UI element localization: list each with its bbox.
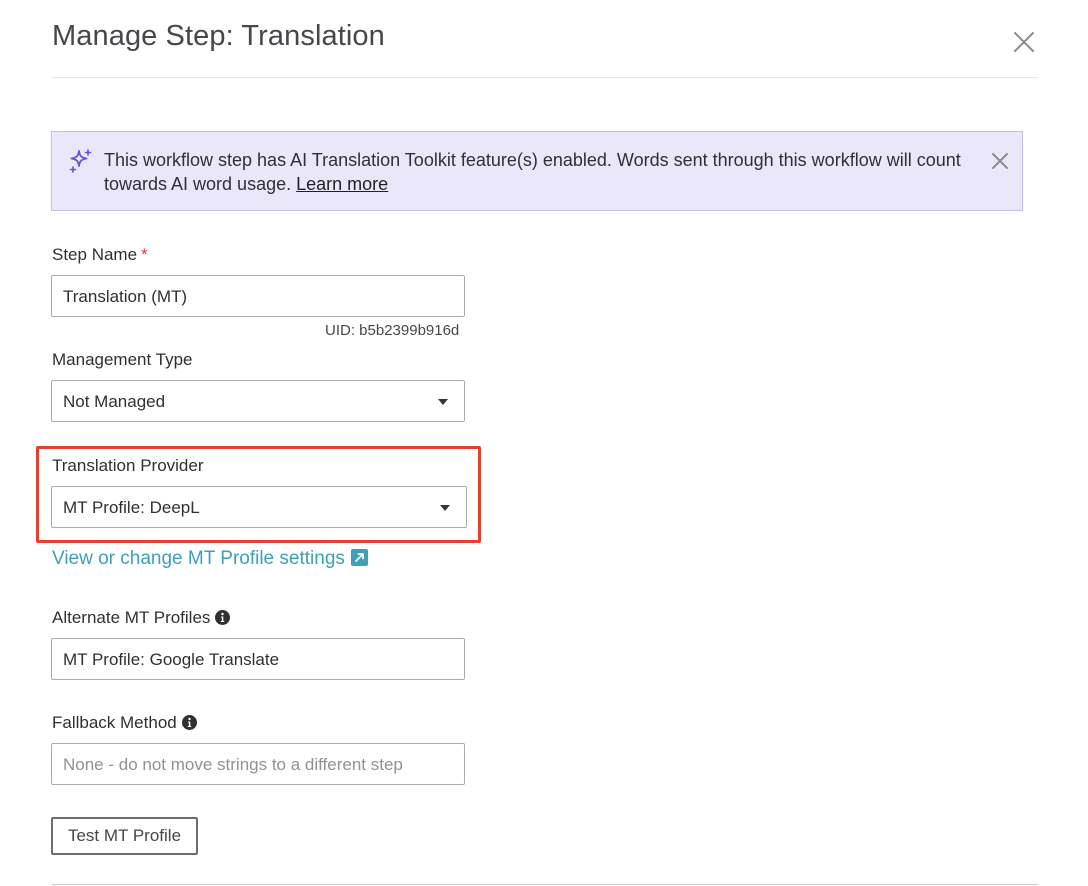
chevron-down-icon [440, 505, 450, 511]
fallback-method-label: Fallback Method [52, 713, 197, 733]
close-icon[interactable] [1012, 30, 1036, 54]
chevron-down-icon [438, 399, 448, 405]
fallback-method-label-text: Fallback Method [52, 713, 177, 732]
translation-provider-label: Translation Provider [52, 456, 204, 475]
manage-step-dialog: Manage Step: Translation This workflow s… [0, 0, 1088, 886]
step-name-label-text: Step Name [52, 245, 138, 264]
info-icon[interactable] [215, 610, 231, 625]
banner-text: This workflow step has AI Translation To… [104, 150, 961, 194]
dialog-title: Manage Step: Translation [52, 20, 385, 52]
step-name-value: Translation (MT) [63, 287, 188, 306]
translation-provider-select[interactable]: MT Profile: DeepL [51, 486, 467, 528]
footer-divider [52, 884, 1038, 885]
info-icon[interactable] [181, 715, 197, 730]
step-name-input[interactable]: Translation (MT) [51, 275, 465, 317]
translation-provider-value: MT Profile: DeepL [63, 498, 200, 517]
test-mt-profile-button[interactable]: Test MT Profile [51, 817, 198, 855]
sparkles-icon [69, 149, 92, 173]
banner-close-icon[interactable] [990, 151, 1010, 171]
header-divider [52, 77, 1038, 78]
mt-profile-settings-link[interactable]: View or change MT Profile settings [52, 548, 368, 570]
banner-message: This workflow step has AI Translation To… [104, 148, 974, 196]
step-name-label: Step Name * [52, 245, 148, 265]
learn-more-link[interactable]: Learn more [296, 174, 388, 194]
mt-profile-settings-link-text: View or change MT Profile settings [52, 548, 345, 569]
management-type-label: Management Type [52, 350, 193, 369]
required-marker: * [141, 245, 148, 264]
ai-toolkit-banner: This workflow step has AI Translation To… [51, 131, 1023, 211]
alternate-mt-profiles-label-text: Alternate MT Profiles [52, 608, 211, 627]
alternate-mt-profiles-value: MT Profile: Google Translate [63, 650, 280, 669]
fallback-method-input[interactable]: None - do not move strings to a differen… [51, 743, 465, 785]
alternate-mt-profiles-label: Alternate MT Profiles [52, 608, 231, 628]
fallback-method-placeholder: None - do not move strings to a differen… [63, 755, 403, 774]
management-type-value: Not Managed [63, 392, 166, 411]
alternate-mt-profiles-input[interactable]: MT Profile: Google Translate [51, 638, 465, 680]
management-type-select[interactable]: Not Managed [51, 380, 465, 422]
step-uid: UID: b5b2399b916d [325, 322, 460, 339]
external-link-icon [350, 549, 368, 566]
